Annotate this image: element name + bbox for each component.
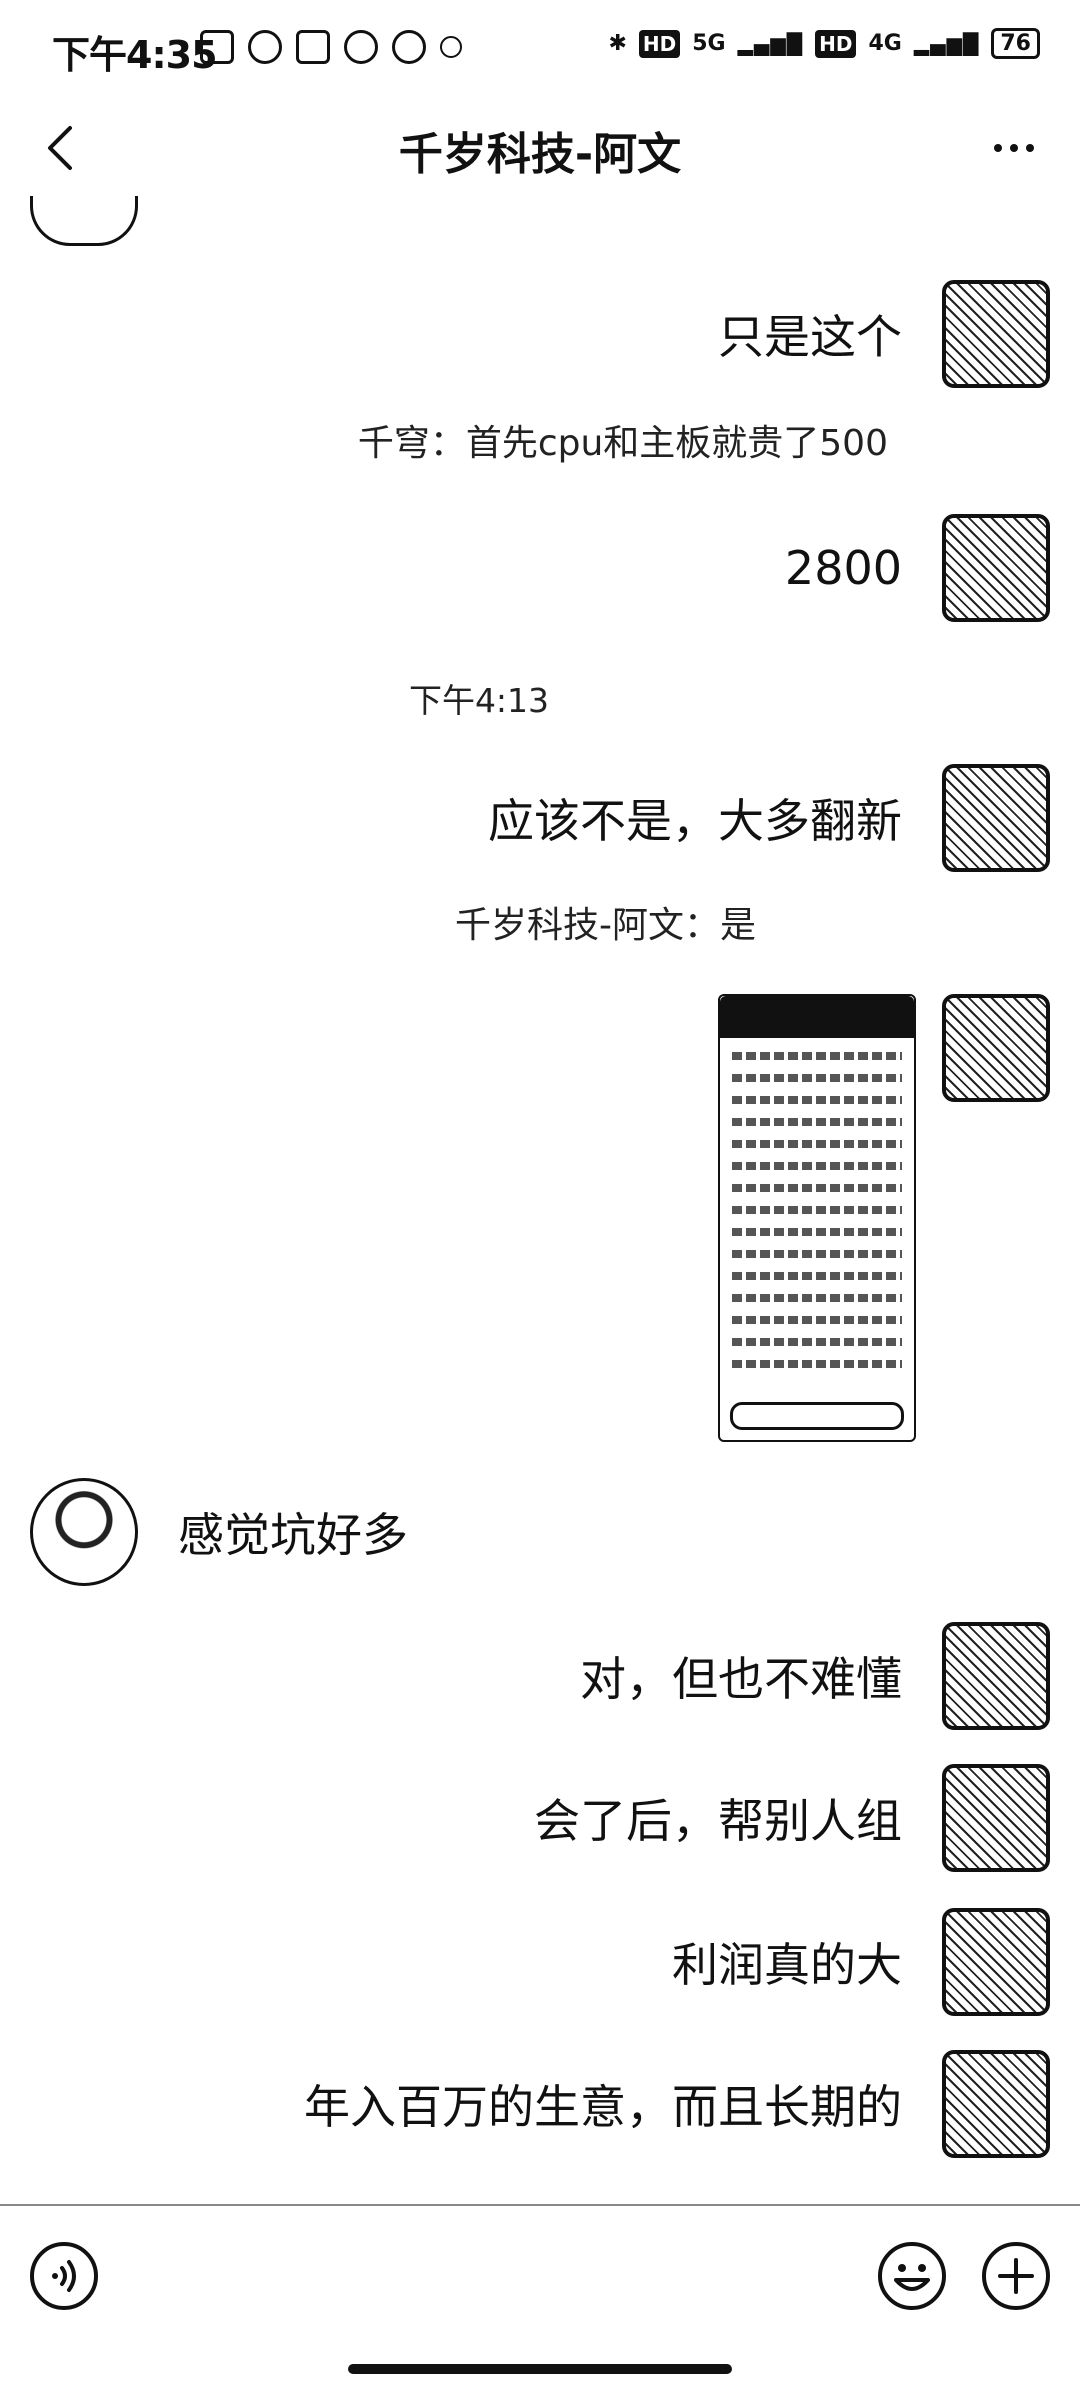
message-text[interactable]: 只是这个 [678,301,942,367]
status-bar: 下午4:35 ✱ HD 5G ▂▄▆█ HD 4G ▂▄▆█ 76 [0,0,1080,100]
message-text[interactable]: 2800 [745,541,942,595]
peer-avatar[interactable] [30,1478,138,1586]
network-5g-label: 5G [692,31,726,56]
quoted-reply[interactable]: 千穹：首先cpu和主板就贵了500 [358,414,888,466]
nfc-icon [296,30,330,64]
status-time: 下午4:35 [52,33,218,77]
message-text[interactable]: 对，但也不难懂 [540,1643,942,1709]
input-bar [0,2204,1080,2326]
notification-icons [200,30,462,64]
message-row: 利润真的大 [632,1908,1050,2016]
image-message[interactable] [718,994,916,1442]
my-avatar[interactable] [942,1764,1050,1872]
plus-icon[interactable] [980,2240,1052,2312]
my-avatar[interactable] [942,1622,1050,1730]
quoted-reply[interactable]: 千岁科技-阿文：是 [455,896,756,948]
app-notification-icon [344,30,378,64]
message-row: 会了后，帮别人组 [494,1764,1050,1872]
home-indicator[interactable] [348,2364,732,2374]
timestamp: 下午4:13 [408,681,550,720]
my-avatar[interactable] [942,1908,1050,2016]
message-row [718,994,1050,1442]
message-row: 对，但也不难懂 [540,1622,1050,1730]
my-avatar[interactable] [942,280,1050,388]
system-icons: ✱ HD 5G ▂▄▆█ HD 4G ▂▄▆█ 76 [608,28,1040,59]
message-text[interactable]: 利润真的大 [632,1929,942,1995]
chat-messages[interactable]: 只是这个 千穹：首先cpu和主板就贵了500 2800 下午4:13 应该不是，… [0,196,1080,2194]
message-text[interactable]: 应该不是，大多翻新 [448,785,942,851]
my-avatar[interactable] [942,514,1050,622]
message-text[interactable]: 会了后，帮别人组 [494,1785,942,1851]
message-row: 感觉坑好多 [30,1478,448,1586]
more-options-icon[interactable] [984,126,1044,170]
battery-icon: 76 [991,28,1040,59]
my-avatar[interactable] [942,994,1050,1102]
chat-header: 千岁科技-阿文 [0,100,1080,196]
network-4g-label: 4G [868,31,902,56]
chat-title: 千岁科技-阿文 [398,129,682,180]
bluetooth-icon: ✱ [608,31,627,56]
signal-icon: ▂▄▆█ [737,31,804,56]
location-icon [440,36,462,58]
message-text[interactable]: 感觉坑好多 [138,1499,448,1565]
message-row: 应该不是，大多翻新 [448,764,1050,872]
my-avatar[interactable] [942,764,1050,872]
hd-icon: HD [815,29,857,58]
emoji-icon[interactable] [876,2240,948,2312]
avatar[interactable] [30,196,138,246]
message-text[interactable]: 年入百万的生意，而且长期的 [264,2071,942,2137]
message-row: 2800 [745,514,1050,622]
hd-icon: HD [638,29,681,58]
message-row: 只是这个 [678,280,1050,388]
message-row: 年入百万的生意，而且长期的 [264,2050,1050,2158]
app-notification-icon [200,30,234,64]
alarm-icon [248,30,282,64]
signal-icon: ▂▄▆█ [913,31,980,56]
app-notification-icon [392,30,426,64]
voice-input-icon[interactable] [28,2240,100,2312]
my-avatar[interactable] [942,2050,1050,2158]
